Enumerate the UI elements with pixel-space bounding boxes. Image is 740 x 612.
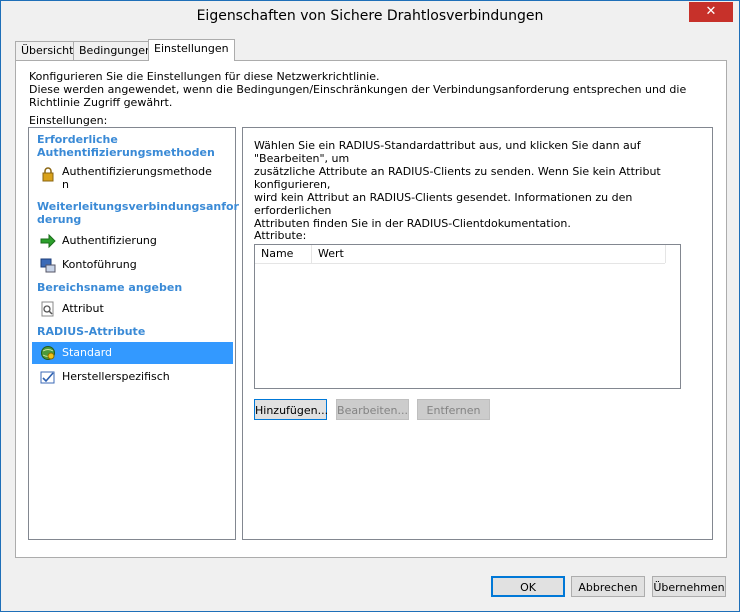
tree-item-label: Kontoführung <box>62 258 137 271</box>
info-line: wird kein Attribut an RADIUS-Clients ges… <box>254 191 633 217</box>
settings-tree[interactable]: Erforderliche Authentifizierungsmethoden… <box>28 127 239 540</box>
category-realm: Bereichsname angeben <box>37 281 183 294</box>
tree-item-label: Authentifizierungsmethode n <box>62 165 212 191</box>
tab-settings[interactable]: Einstellungen <box>148 39 235 61</box>
description-line: Konfigurieren Sie die Einstellungen für … <box>29 70 380 83</box>
policy-description: Konfigurieren Sie die Einstellungen für … <box>29 70 726 109</box>
category-auth-methods: Erforderliche Authentifizierungsmethoden <box>37 133 215 159</box>
tree-item-vendor-specific[interactable]: Herstellerspezifisch <box>32 366 233 388</box>
tab-conditions[interactable]: Bedingungen <box>73 41 158 60</box>
lock-icon <box>40 166 56 182</box>
info-line: Wählen Sie ein RADIUS-Standardattribut a… <box>254 139 641 165</box>
globe-icon <box>40 345 56 361</box>
window-title: Eigenschaften von Sichere Drahtlosverbin… <box>196 8 544 24</box>
label-line: n <box>62 178 69 191</box>
category-label: Authentifizierungsmethoden <box>37 146 215 159</box>
title-bar[interactable]: Eigenschaften von Sichere Drahtlosverbin… <box>1 1 739 33</box>
magnifier-document-icon <box>40 301 56 317</box>
settings-label: Einstellungen: <box>29 114 108 127</box>
cancel-button[interactable]: Abbrechen <box>571 576 645 597</box>
tab-overview[interactable]: Übersicht <box>15 41 80 60</box>
radius-info-text: Wählen Sie ein RADIUS-Standardattribut a… <box>254 139 694 230</box>
details-pane: Wählen Sie ein RADIUS-Standardattribut a… <box>242 127 713 540</box>
dialog-window: Eigenschaften von Sichere Drahtlosverbin… <box>0 0 740 612</box>
category-radius-attributes: RADIUS-Attribute <box>37 325 146 338</box>
list-header: Name Wert <box>255 245 666 264</box>
tree-item-standard[interactable]: Standard <box>32 342 233 364</box>
attributes-label: Attribute: <box>254 229 307 242</box>
attributes-list[interactable]: Name Wert <box>254 244 681 389</box>
green-arrow-icon <box>40 233 56 249</box>
tree-item-auth-methods[interactable]: Authentifizierungsmethode n <box>32 163 233 193</box>
category-forwarding: Weiterleitungsverbindungsanfor derung <box>37 200 239 226</box>
tree-item-authentication[interactable]: Authentifizierung <box>32 230 233 252</box>
tree-item-label: Authentifizierung <box>62 234 157 247</box>
tree-item-attribute[interactable]: Attribut <box>32 298 233 320</box>
category-label: derung <box>37 213 82 226</box>
info-line: Attributen finden Sie in der RADIUS-Clie… <box>254 217 571 230</box>
apply-button[interactable]: Übernehmen <box>652 576 726 597</box>
tree-item-label: Herstellerspezifisch <box>62 370 170 383</box>
computer-icon <box>40 257 56 273</box>
info-line: zusätzliche Attribute an RADIUS-Clients … <box>254 165 661 191</box>
tree-item-label: Standard <box>62 346 113 359</box>
remove-button[interactable]: Entfernen <box>417 399 490 420</box>
column-header-name[interactable]: Name <box>255 245 312 263</box>
close-button[interactable]: ✕ <box>689 2 733 22</box>
tree-item-accounting[interactable]: Kontoführung <box>32 254 233 276</box>
category-label: Erforderliche <box>37 133 118 146</box>
column-header-value[interactable]: Wert <box>312 245 666 263</box>
category-label: Weiterleitungsverbindungsanfor <box>37 200 239 213</box>
edit-button[interactable]: Bearbeiten... <box>336 399 409 420</box>
settings-tab-panel: Konfigurieren Sie die Einstellungen für … <box>15 60 727 558</box>
description-line: Diese werden angewendet, wenn die Beding… <box>29 83 687 109</box>
add-button[interactable]: Hinzufügen... <box>254 399 328 420</box>
label-line: Authentifizierungsmethode <box>62 165 212 178</box>
tree-item-label: Attribut <box>62 302 104 315</box>
checklist-icon <box>40 369 56 385</box>
ok-button[interactable]: OK <box>491 576 565 597</box>
